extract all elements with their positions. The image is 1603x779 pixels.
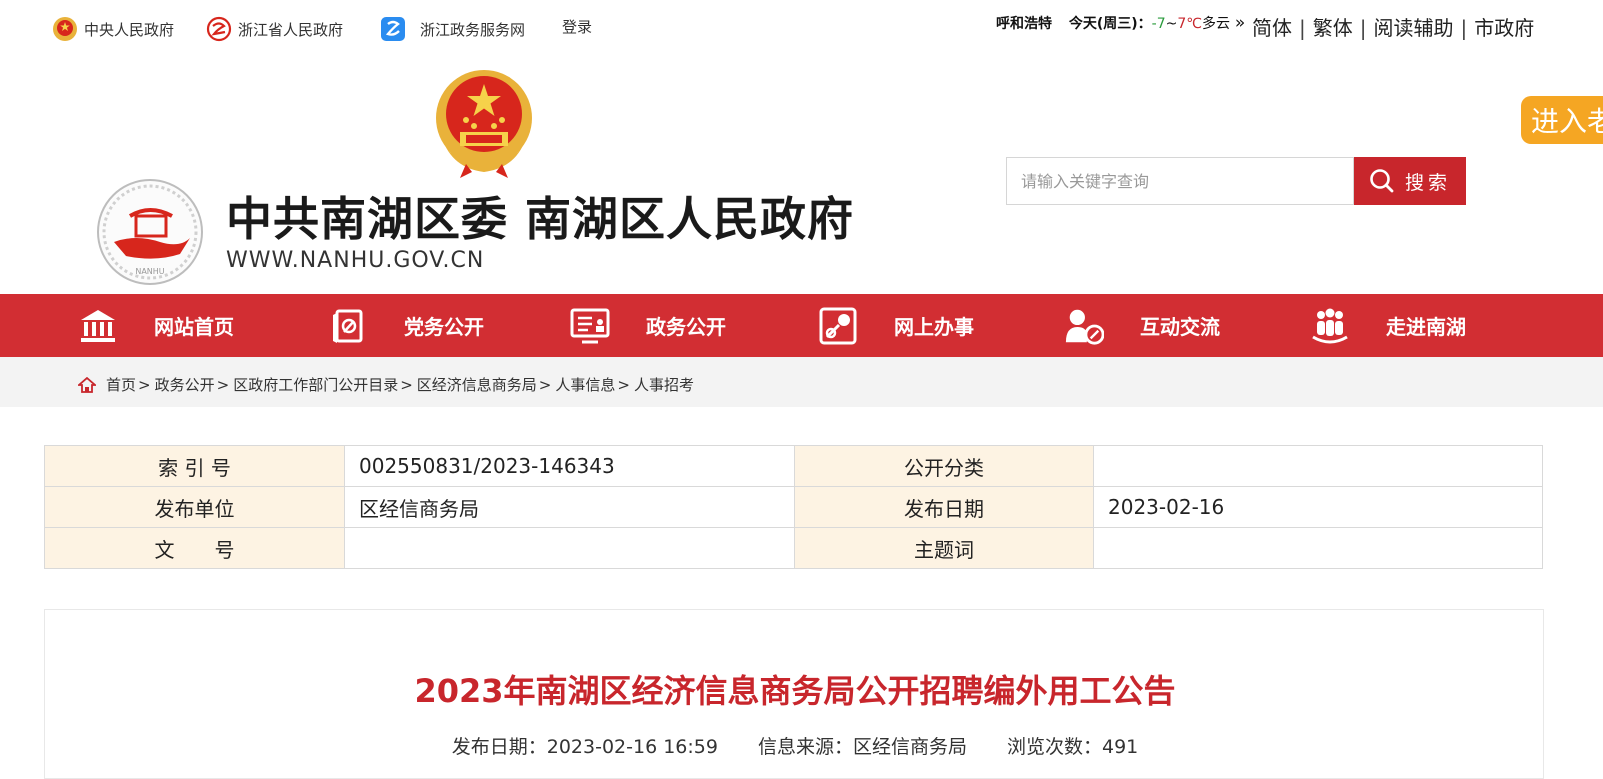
article-panel: 2023年南湖区经济信息商务局公开招聘编外用工公告 发布日期：2023-02-1… [44, 609, 1544, 779]
meta-key-doc-number: 文 号 [44, 527, 345, 569]
nanhu-logo-icon: NANHU [97, 179, 203, 285]
nav-item-label: 互动交流 [1140, 315, 1220, 339]
article-title: 2023年南湖区经济信息商务局公开招聘编外用工公告 [414, 672, 1176, 710]
breadcrumb-home[interactable]: 首页 [106, 374, 136, 395]
login-link[interactable]: 登录 [562, 16, 592, 37]
party-book-icon [328, 306, 368, 346]
breadcrumb-sep: > [538, 375, 552, 394]
nav-item-interaction[interactable]: 互动交流 [1064, 294, 1220, 357]
tool-nav: 简体 | 繁体 | 阅读辅助 | 市政府 [1252, 12, 1534, 41]
breadcrumb-gov-affairs[interactable]: 政务公开 [155, 374, 215, 395]
meta-key-category: 公开分类 [794, 445, 1094, 487]
nav-item-gov-affairs[interactable]: 政务公开 [570, 294, 726, 357]
article-info: 发布日期：2023-02-16 16:59 信息来源：区经信商务局 浏览次数：491 [45, 732, 1545, 759]
meta-key-keywords: 主题词 [794, 527, 1094, 569]
meta-key-index: 索 引 号 [44, 445, 345, 487]
top-bar: 中央人民政府 浙江省人民政府 浙江政务服务网 登录 呼和浩特 今天(周三)：-7… [0, 0, 1603, 52]
table-row: 文 号 主题词 [44, 527, 1543, 569]
breadcrumb-sep: > [617, 375, 630, 394]
search-input[interactable] [1007, 158, 1353, 204]
document-meta-table: 索 引 号 002550831/2023-146343 公开分类 发布单位 区经… [44, 445, 1543, 569]
link-zhejiang-service[interactable]: 浙江政务服务网 [380, 16, 525, 42]
nav-item-online-service[interactable]: 网上办事 [818, 294, 974, 357]
meta-value-publish-date: 2023-02-16 [1093, 486, 1543, 528]
online-service-icon [818, 306, 858, 346]
article-source: 信息来源：区经信商务局 [757, 736, 967, 758]
article-date: 发布日期：2023-02-16 16:59 [451, 736, 718, 758]
nav-item-label: 网上办事 [894, 315, 974, 339]
nav-item-home[interactable]: 网站首页 [78, 294, 234, 357]
tool-separator: | [1299, 16, 1306, 40]
svg-text:NANHU: NANHU [135, 267, 164, 276]
traditional-chinese-link[interactable]: 繁体 [1313, 16, 1353, 40]
breadcrumb-sep: > [400, 375, 413, 394]
national-emblem-logo [436, 70, 532, 178]
national-emblem-icon [53, 17, 77, 41]
breadcrumb-sep: > [216, 375, 230, 394]
link-zhejiang-gov-label: 浙江省人民政府 [238, 20, 344, 39]
link-zhejiang-service-label: 浙江政务服务网 [420, 20, 526, 39]
weather-more-arrow[interactable]: » [1235, 13, 1245, 33]
meta-value-index: 002550831/2023-146343 [344, 445, 795, 487]
weather-desc: 多云 [1202, 16, 1231, 32]
elder-mode-tab[interactable]: 进入老 [1521, 96, 1603, 144]
meta-key-publisher: 发布单位 [44, 486, 345, 528]
breadcrumb-sep: > [138, 375, 151, 394]
breadcrumb-recruitment[interactable]: 人事招考 [634, 374, 694, 395]
nav-item-label: 网站首页 [154, 315, 234, 339]
breadcrumb-bureau[interactable]: 区经济信息商务局 [417, 374, 537, 395]
reading-aid-link[interactable]: 阅读辅助 [1374, 16, 1454, 40]
meta-key-publish-date: 发布日期 [794, 486, 1094, 528]
tool-separator: | [1460, 16, 1468, 40]
weather-tilde: ~ [1165, 16, 1178, 32]
article-views-label: 浏览次数： [1006, 736, 1102, 758]
nav-item-explore-nanhu[interactable]: 走进南湖 [1310, 294, 1466, 357]
meta-value-doc-number [344, 527, 795, 569]
service-net-icon [381, 17, 405, 41]
meta-value-keywords [1093, 527, 1543, 569]
main-nav: 网站首页 党务公开 政务公开 网上办事 互动交流 走进南湖 [0, 294, 1603, 357]
table-row: 发布单位 区经信商务局 发布日期 2023-02-16 [44, 486, 1543, 528]
city-gov-link[interactable]: 市政府 [1474, 16, 1534, 40]
meta-value-publisher: 区经信商务局 [344, 486, 795, 528]
nav-item-party-affairs[interactable]: 党务公开 [328, 294, 484, 357]
user-chat-icon [1064, 306, 1104, 346]
search-icon [1370, 169, 1394, 193]
weather-city: 呼和浩特 [996, 16, 1052, 32]
weather-low: -7 [1151, 16, 1166, 32]
link-central-gov[interactable]: 中央人民政府 [52, 16, 174, 42]
weather-high: 7℃ [1177, 16, 1203, 32]
link-central-gov-label: 中央人民政府 [84, 20, 175, 39]
login-link-label: 登录 [562, 18, 593, 36]
zhejiang-logo-icon [206, 16, 232, 42]
search-button-label: 搜索 [1404, 171, 1451, 194]
board-icon [570, 306, 610, 346]
building-icon [78, 306, 118, 346]
search-box [1006, 157, 1354, 205]
article-views-count: 491 [1101, 736, 1139, 758]
simplified-chinese-link[interactable]: 简体 [1252, 16, 1292, 40]
breadcrumb-personnel-info[interactable]: 人事信息 [555, 374, 615, 395]
weather-today: 今天(周三)： [1068, 16, 1152, 32]
breadcrumb-dept-directory[interactable]: 区政府工作部门公开目录 [233, 374, 398, 395]
site-url: WWW.NANHU.GOV.CN [226, 248, 485, 273]
link-zhejiang-gov[interactable]: 浙江省人民政府 [206, 16, 343, 42]
breadcrumb: 首页 > 政务公开 > 区政府工作部门公开目录 > 区经济信息商务局 > 人事信息 > 人… [78, 374, 694, 395]
table-row: 索 引 号 002550831/2023-146343 公开分类 [44, 445, 1543, 487]
nav-item-label: 走进南湖 [1386, 315, 1466, 339]
people-group-icon [1310, 306, 1350, 346]
breadcrumb-bar: 首页 > 政务公开 > 区政府工作部门公开目录 > 区经济信息商务局 > 人事信息 > 人… [0, 357, 1603, 407]
home-icon [78, 376, 96, 393]
elder-mode-label: 进入老 [1531, 105, 1603, 138]
site-title: 中共南湖区委 南湖区人民政府 [226, 192, 855, 246]
nav-item-label: 政务公开 [646, 315, 726, 339]
tool-separator: | [1359, 16, 1367, 40]
meta-value-category [1093, 445, 1543, 487]
weather-widget: 呼和浩特 今天(周三)：-7~7℃多云 » [996, 13, 1245, 33]
search-button[interactable]: 搜索 [1354, 157, 1466, 205]
nav-item-label: 党务公开 [404, 315, 484, 339]
